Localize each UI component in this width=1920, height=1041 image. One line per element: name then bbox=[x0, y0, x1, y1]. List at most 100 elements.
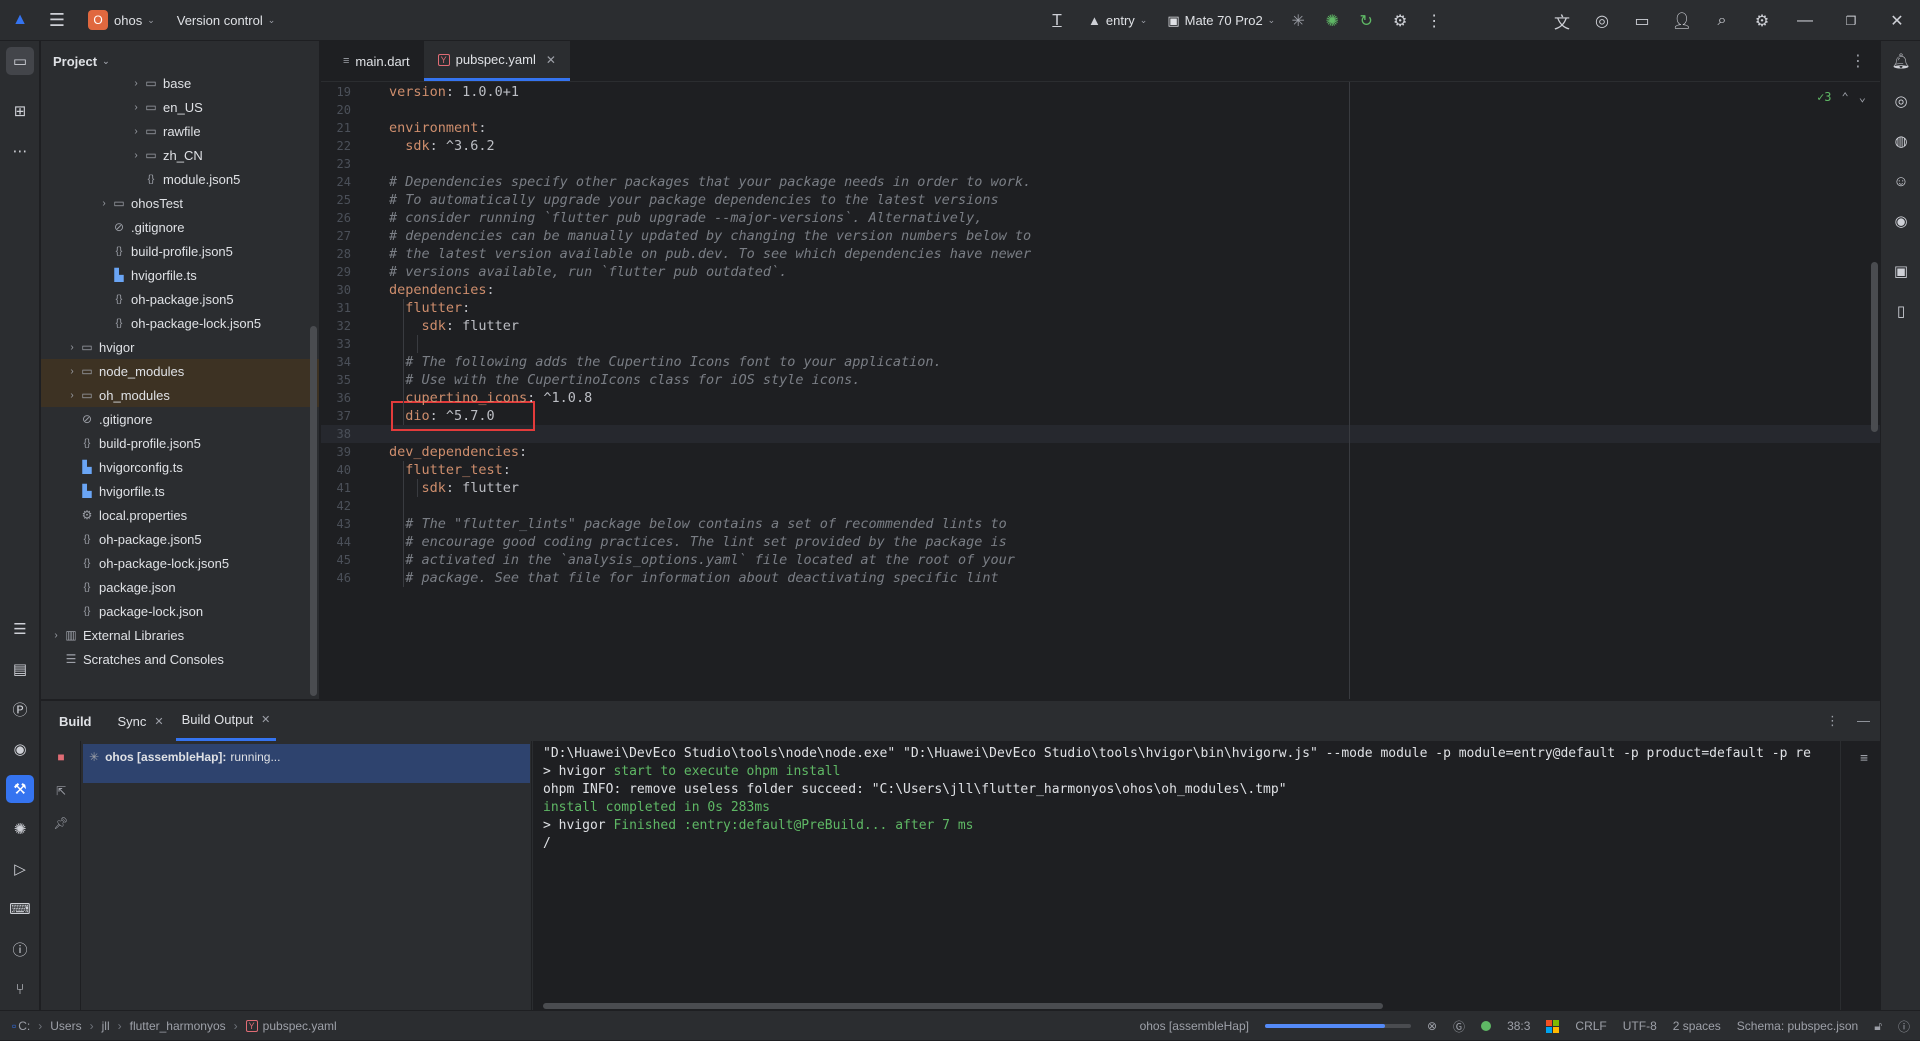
attach-debugger-icon[interactable]: ⚙ bbox=[1383, 7, 1417, 35]
tree-item[interactable]: ☰ Scratches and Consoles bbox=[41, 647, 319, 671]
code-area[interactable]: ✓3 ⌃ ⌄ 19 version: 1.0.0+1 20 21 environment… bbox=[321, 82, 1880, 699]
text-tool-icon[interactable]: T̲ bbox=[1040, 7, 1074, 35]
close-tab-icon[interactable]: ✕ bbox=[546, 53, 556, 67]
tree-item[interactable]: ⊘ .gitignore bbox=[41, 407, 319, 431]
debug-icon[interactable]: ✺ bbox=[1315, 7, 1349, 35]
hide-panel-icon[interactable]: — bbox=[1857, 713, 1870, 729]
restore-window-icon[interactable]: ❐ bbox=[1828, 7, 1874, 35]
tree-item[interactable]: › ▭ base bbox=[41, 71, 319, 95]
vcs-menu[interactable]: Version control ⌄ bbox=[171, 6, 282, 34]
editor-scrollbar[interactable] bbox=[1871, 262, 1878, 432]
settings-gear-icon[interactable]: ⚙ bbox=[1742, 7, 1782, 35]
caret-position[interactable]: 38:3 bbox=[1507, 1019, 1530, 1033]
run-config-selector[interactable]: ▲ entry ⌄ bbox=[1082, 7, 1153, 35]
tree-item[interactable]: › ▭ oh_modules bbox=[41, 383, 319, 407]
build-task-row[interactable]: ✳ ohos [assembleHap]: running... bbox=[83, 744, 530, 783]
device-selector[interactable]: ▣ Mate 70 Pro2 ⌄ bbox=[1161, 7, 1281, 35]
prev-highlight-icon[interactable]: ⌃ bbox=[1842, 90, 1849, 104]
problems-icon[interactable]: ⓘ bbox=[6, 935, 34, 963]
tab-pubspec-yaml[interactable]: Y pubspec.yaml ✕ bbox=[423, 41, 570, 81]
robot-icon[interactable]: ☺ bbox=[1887, 167, 1915, 195]
tab-main-dart[interactable]: ≡ main.dart bbox=[329, 41, 424, 81]
terminal-icon[interactable]: ⌨ bbox=[6, 895, 34, 923]
chevron-right-icon[interactable]: › bbox=[129, 126, 143, 137]
chevron-right-icon[interactable]: › bbox=[97, 198, 111, 209]
more-tools-icon[interactable]: ⋯ bbox=[6, 137, 34, 165]
tree-item[interactable]: {} package.json bbox=[41, 575, 319, 599]
tree-item[interactable]: › ▭ ohosTest bbox=[41, 191, 319, 215]
tree-item[interactable]: {} oh-package-lock.json5 bbox=[41, 551, 319, 575]
more-actions-icon[interactable]: ⋮ bbox=[1417, 7, 1451, 35]
search-icon[interactable]: ⌕ bbox=[1702, 7, 1742, 35]
breadcrumb-item[interactable]: Users bbox=[50, 1019, 81, 1033]
indent-setting[interactable]: 2 spaces bbox=[1673, 1019, 1721, 1033]
run-icon[interactable]: ▷ bbox=[6, 855, 34, 883]
close-window-icon[interactable]: ✕ bbox=[1874, 7, 1920, 35]
structure-icon[interactable]: ⊞ bbox=[6, 97, 34, 125]
breadcrumb-item[interactable]: jll bbox=[102, 1019, 110, 1033]
line-ending[interactable]: CRLF bbox=[1575, 1019, 1606, 1033]
project-folder-icon[interactable]: ▭ bbox=[6, 47, 34, 75]
account-icon[interactable]: 👤︎ bbox=[1662, 7, 1702, 35]
schema-selector[interactable]: Schema: pubspec.json bbox=[1737, 1019, 1858, 1033]
chevron-right-icon[interactable]: › bbox=[129, 102, 143, 113]
tree-item[interactable]: {} module.json5 bbox=[41, 167, 319, 191]
close-tab-icon[interactable]: ✕ bbox=[154, 715, 163, 728]
translate-icon[interactable]: 文 bbox=[1542, 7, 1582, 35]
tree-item[interactable]: {} package-lock.json bbox=[41, 599, 319, 623]
project-switcher[interactable]: O ohos ⌄ bbox=[82, 6, 161, 34]
tab-build-output[interactable]: Build Output ✕ bbox=[175, 701, 277, 741]
notifications-bell-icon[interactable]: 🔔︎ bbox=[1887, 47, 1915, 75]
tree-item[interactable]: {} build-profile.json5 bbox=[41, 239, 319, 263]
more-options-icon[interactable]: ⋮ bbox=[1826, 713, 1839, 729]
next-highlight-icon[interactable]: ⌄ bbox=[1859, 90, 1866, 104]
debug-bug-icon[interactable]: ✺ bbox=[6, 815, 34, 843]
main-menu-icon[interactable]: ☰ bbox=[40, 6, 74, 34]
minimize-window-icon[interactable]: — bbox=[1782, 7, 1828, 35]
chevron-right-icon[interactable]: › bbox=[129, 150, 143, 161]
windows-logo-icon[interactable] bbox=[1546, 1019, 1560, 1033]
previewer-eye-icon[interactable]: ◉ bbox=[1887, 207, 1915, 235]
tree-item[interactable]: {} oh-package.json5 bbox=[41, 527, 319, 551]
console-horizontal-scrollbar[interactable] bbox=[543, 1003, 1383, 1009]
cancel-task-icon[interactable]: ⊗ bbox=[1427, 1019, 1437, 1033]
tree-item[interactable]: {} oh-package-lock.json5 bbox=[41, 311, 319, 335]
build-hammer-icon[interactable]: ⚒ bbox=[6, 775, 34, 803]
device-manager-icon[interactable]: ▭ bbox=[1622, 7, 1662, 35]
close-tab-icon[interactable]: ✕ bbox=[261, 713, 270, 726]
tree-item[interactable]: › ▥ External Libraries bbox=[41, 623, 319, 647]
phone-device-icon[interactable]: ▯ bbox=[1887, 297, 1915, 325]
tree-item[interactable]: ▙ hvigorfile.ts bbox=[41, 479, 319, 503]
tree-item[interactable]: ▙ hvigorconfig.ts bbox=[41, 455, 319, 479]
pin-icon[interactable]: 📌︎ bbox=[51, 813, 71, 833]
rerun-icon[interactable]: ↻ bbox=[1349, 7, 1383, 35]
file-encoding[interactable]: UTF-8 bbox=[1623, 1019, 1657, 1033]
codegenie-panel-icon[interactable]: ◎ bbox=[1887, 87, 1915, 115]
tree-item[interactable]: › ▭ hvigor bbox=[41, 335, 319, 359]
tree-item[interactable]: › ▭ zh_CN bbox=[41, 143, 319, 167]
tree-item[interactable]: ⊘ .gitignore bbox=[41, 215, 319, 239]
todo-icon[interactable]: ☰ bbox=[6, 615, 34, 643]
tab-sync[interactable]: Sync ✕ bbox=[112, 701, 170, 741]
status-indicator-icon[interactable] bbox=[1481, 1021, 1492, 1031]
resource-icon[interactable]: ▣ bbox=[1887, 257, 1915, 285]
tree-item[interactable]: › ▭ en_US bbox=[41, 95, 319, 119]
tree-item[interactable]: ⚙ local.properties bbox=[41, 503, 319, 527]
codegenie-status-icon[interactable]: Ⓖ bbox=[1453, 1018, 1465, 1035]
tree-item[interactable]: {} oh-package.json5 bbox=[41, 287, 319, 311]
build-console[interactable]: ≡ "D:\Huawei\DevEco Studio\tools\node\no… bbox=[533, 741, 1880, 1011]
chevron-right-icon[interactable]: › bbox=[49, 630, 63, 641]
breadcrumb-item[interactable]: C: bbox=[18, 1019, 30, 1033]
inspection-widget[interactable]: ✓3 ⌃ ⌄ bbox=[1817, 90, 1866, 104]
profiler-icon[interactable]: Ⓟ bbox=[6, 695, 34, 723]
soft-wrap-icon[interactable]: ≡ bbox=[1860, 751, 1868, 766]
tree-item[interactable]: ▙ hvigorfile.ts bbox=[41, 263, 319, 287]
notifications-icon[interactable]: ⓘ bbox=[1898, 1018, 1910, 1035]
chevron-right-icon[interactable]: › bbox=[65, 366, 79, 377]
git-branch-icon[interactable]: ⑂ bbox=[6, 975, 34, 1003]
tree-item[interactable]: {} build-profile.json5 bbox=[41, 431, 319, 455]
open-external-icon[interactable]: ⇱ bbox=[51, 781, 71, 801]
chevron-right-icon[interactable]: › bbox=[65, 390, 79, 401]
stop-icon[interactable]: ■ bbox=[51, 747, 71, 767]
database-icon[interactable]: ▤ bbox=[6, 655, 34, 683]
